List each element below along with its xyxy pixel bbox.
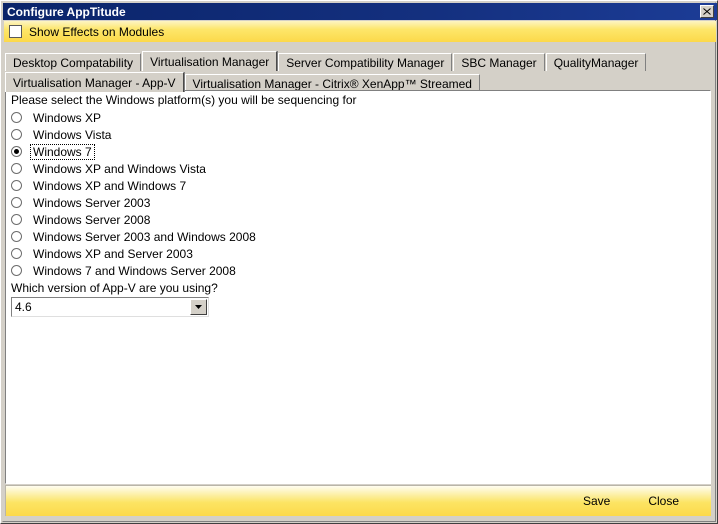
radio-icon xyxy=(11,180,22,191)
show-effects-label: Show Effects on Modules xyxy=(29,24,165,39)
secondary-tabstrip: Virtualisation Manager - App-V Virtualis… xyxy=(5,72,715,92)
save-button[interactable]: Save xyxy=(583,494,610,508)
radio-windows-xp[interactable]: Windows XP xyxy=(11,109,710,126)
content-panel: Please select the Windows platform(s) yo… xyxy=(5,90,711,484)
radio-label: Windows XP xyxy=(33,110,102,125)
radio-windows-xp-and-windows-vista[interactable]: Windows XP and Windows Vista xyxy=(11,160,710,177)
tab-server-compatibility-manager[interactable]: Server Compatibility Manager xyxy=(278,53,453,71)
platform-radio-group: Windows XP Windows Vista Windows 7 Windo… xyxy=(6,109,710,279)
radio-icon xyxy=(11,197,22,208)
radio-icon xyxy=(11,163,22,174)
radio-label: Windows XP and Server 2003 xyxy=(33,246,193,261)
show-effects-bar: Show Effects on Modules xyxy=(4,21,716,42)
radio-icon xyxy=(11,265,22,276)
secondary-tabs: Virtualisation Manager - App-V Virtualis… xyxy=(5,72,715,92)
tab-sbc-manager[interactable]: SBC Manager xyxy=(453,53,545,71)
radio-windows-vista[interactable]: Windows Vista xyxy=(11,126,710,143)
radio-windows-7-and-windows-server-2008[interactable]: Windows 7 and Windows Server 2008 xyxy=(11,262,710,279)
radio-label: Windows Server 2003 and Windows 2008 xyxy=(33,229,256,244)
dropdown-arrow-button[interactable] xyxy=(190,299,207,315)
window-title: Configure AppTitude xyxy=(7,4,126,19)
radio-icon xyxy=(11,129,22,140)
radio-icon xyxy=(11,112,22,123)
radio-windows-server-2003-and-windows-2008[interactable]: Windows Server 2003 and Windows 2008 xyxy=(11,228,710,245)
radio-label: Windows 7 and Windows Server 2008 xyxy=(33,263,236,278)
radio-label: Windows Server 2008 xyxy=(33,212,151,227)
radio-windows-server-2003[interactable]: Windows Server 2003 xyxy=(11,194,710,211)
radio-label: Windows XP and Windows Vista xyxy=(33,161,206,176)
radio-windows-xp-and-windows-7[interactable]: Windows XP and Windows 7 xyxy=(11,177,710,194)
subtab-virtualisation-manager-appv[interactable]: Virtualisation Manager - App-V xyxy=(5,72,184,92)
radio-icon xyxy=(11,214,22,225)
radio-label: Windows XP and Windows 7 xyxy=(33,178,187,193)
show-effects-checkbox[interactable] xyxy=(9,25,22,38)
configure-apptitude-window: Configure AppTitude Show Effects on Modu… xyxy=(0,0,718,524)
radio-icon xyxy=(11,248,22,259)
primary-tabs: Desktop Compatability Virtualisation Man… xyxy=(5,51,715,71)
chevron-down-icon xyxy=(195,305,202,309)
appv-version-dropdown[interactable]: 4.6 xyxy=(11,297,209,317)
appv-version-value: 4.6 xyxy=(15,300,32,314)
close-icon xyxy=(703,8,711,15)
radio-label: Windows Vista xyxy=(33,127,112,142)
close-button-footer[interactable]: Close xyxy=(648,494,679,508)
radio-windows-xp-and-server-2003[interactable]: Windows XP and Server 2003 xyxy=(11,245,710,262)
radio-label: Windows 7 xyxy=(30,143,95,160)
platform-prompt: Please select the Windows platform(s) yo… xyxy=(11,93,357,107)
tab-desktop-compatability[interactable]: Desktop Compatability xyxy=(5,53,142,71)
title-bar: Configure AppTitude xyxy=(3,3,717,20)
radio-label: Windows Server 2003 xyxy=(33,195,151,210)
tab-quality-manager[interactable]: QualityManager xyxy=(545,53,647,71)
tab-virtualisation-manager[interactable]: Virtualisation Manager xyxy=(142,51,278,71)
appv-version-prompt: Which version of App-V are you using? xyxy=(11,281,218,295)
footer-bar: Save Close xyxy=(5,485,711,516)
radio-windows-7[interactable]: Windows 7 xyxy=(11,143,710,160)
radio-icon xyxy=(11,231,22,242)
close-button[interactable] xyxy=(700,5,714,18)
radio-selected-icon xyxy=(11,146,22,157)
radio-windows-server-2008[interactable]: Windows Server 2008 xyxy=(11,211,710,228)
primary-tabstrip: Desktop Compatability Virtualisation Man… xyxy=(5,51,715,71)
